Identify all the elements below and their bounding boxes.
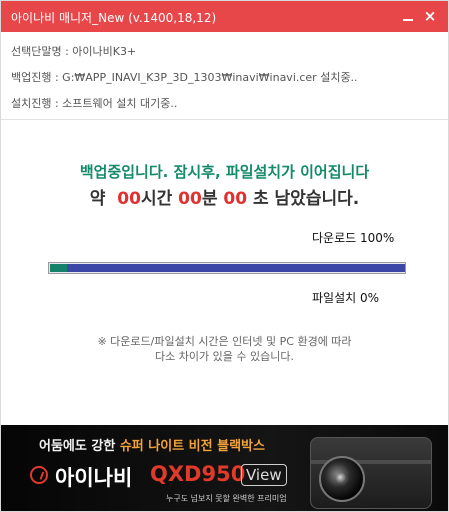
notice-line-1: ※ 다운로드/파일설치 시간은 인터넷 및 PC 환경에 따라 — [97, 335, 352, 348]
notice-line-2: 다소 차이가 있을 수 있습니다. — [155, 350, 294, 363]
seconds-value: 00 — [223, 189, 248, 209]
divider — [1, 119, 448, 120]
banner-view-badge: View — [241, 464, 287, 486]
banner-model: QXD950 — [150, 462, 246, 486]
banner-tagline-rest: 슈퍼 나이트 비전 블랙박스 — [119, 439, 265, 454]
minimize-icon — [403, 19, 413, 21]
status-message: 백업중입니다. 잠시후, 파일설치가 이어집니다 — [79, 163, 370, 181]
banner-brand: 아이나비 — [55, 466, 133, 490]
ad-banner[interactable]: 어둠에도 강한 슈퍼 나이트 비전 블랙박스 아이나비 QXD950 View … — [1, 425, 448, 511]
install-info: 설치진행 : 소프트웨어 설치 대기중.. — [11, 97, 178, 110]
banner-tagline-prefix: 어둠에도 강한 — [39, 439, 116, 454]
install-progress-fill — [50, 264, 67, 272]
minutes-value: 00 — [178, 189, 202, 209]
title-bar[interactable]: 아이나비 매니저_New (v.1400,18,12) × — [1, 1, 448, 32]
dashcam-image — [310, 437, 432, 509]
minutes-unit: 분 — [201, 189, 218, 209]
remaining-time: 약 00시간 00분 00 초 남았습니다. — [1, 184, 448, 209]
installer-window: 아이나비 매니저_New (v.1400,18,12) × 선택단말명 : 아이… — [0, 0, 449, 512]
download-progress-label: 다운로드 100% — [312, 231, 395, 245]
camera-lens-icon — [319, 456, 365, 502]
hours-value: 00 — [117, 189, 141, 209]
device-info: 선택단말명 : 아이나비K3+ — [11, 45, 137, 58]
banner-tagline: 어둠에도 강한 슈퍼 나이트 비전 블랙박스 — [39, 435, 265, 454]
hours-unit: 시간 — [140, 189, 173, 209]
close-button[interactable]: × — [421, 7, 439, 25]
window-title: 아이나비 매니저_New (v.1400,18,12) — [11, 11, 217, 25]
banner-subtext: 누구도 넘보지 못할 완벽한 프리미엄 — [166, 494, 287, 503]
install-progress-label: 파일설치 0% — [312, 291, 380, 305]
remaining-prefix: 약 — [89, 189, 106, 209]
progress-bar — [48, 262, 406, 274]
backup-info: 백업진행 : G:₩APP_INAVI_K3P_3D_1303₩inavi₩in… — [11, 71, 358, 84]
inavi-logo-icon — [30, 466, 48, 484]
minimize-button[interactable] — [399, 7, 417, 25]
download-progress-fill — [67, 264, 405, 272]
seconds-suffix: 초 남았습니다. — [252, 189, 360, 209]
